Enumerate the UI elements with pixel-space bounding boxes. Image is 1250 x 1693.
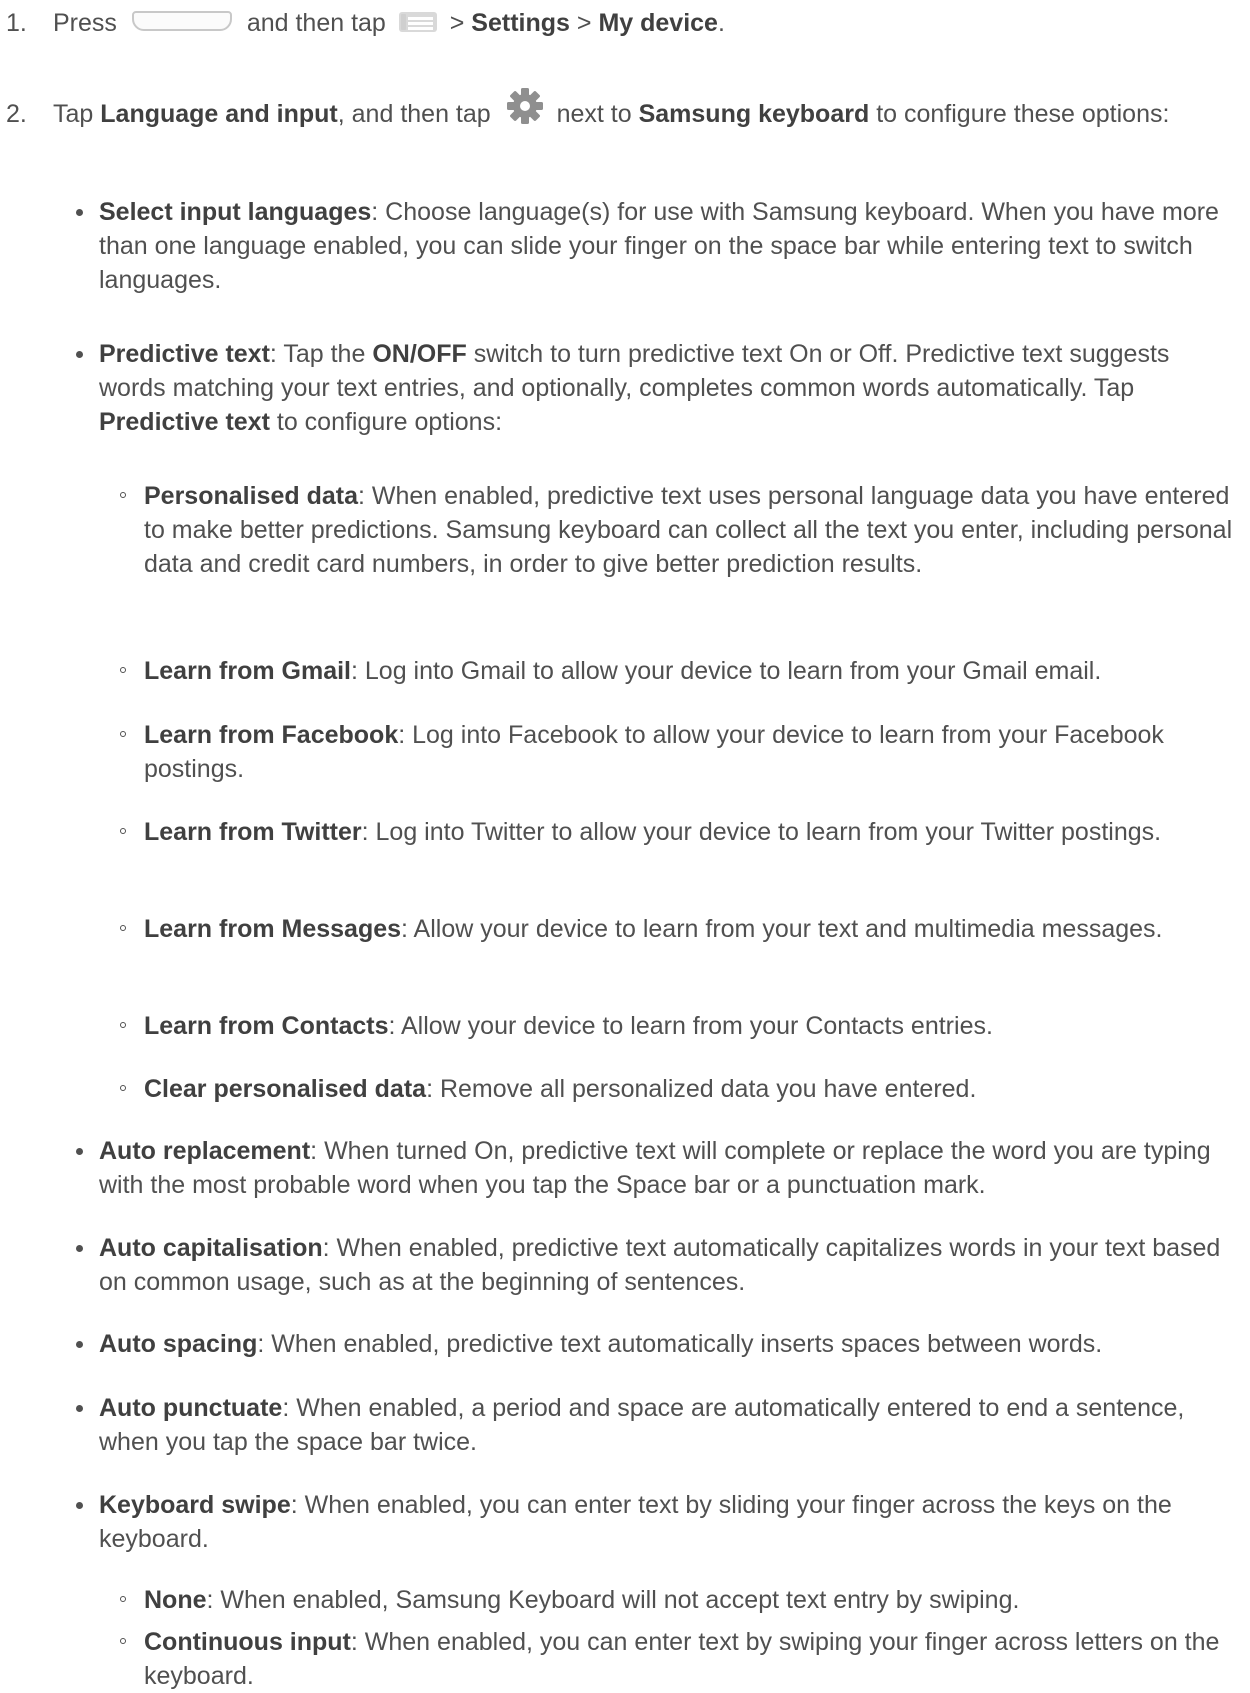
gear-icon — [506, 88, 543, 125]
bullet-icon — [76, 1341, 83, 1348]
circle-bullet-icon — [120, 828, 126, 834]
circle-bullet-icon — [120, 1596, 126, 1602]
step-1: 1. Press and then tap > Settings > My de… — [6, 6, 1240, 40]
sub-list-item: Learn from Contacts: Allow your device t… — [120, 1009, 1242, 1043]
step-2: 2. Tap Language and input, and then tap … — [6, 88, 1240, 131]
sub-list-item: Learn from Facebook: Log into Facebook t… — [120, 718, 1242, 786]
sub-list-item: Continuous input: When enabled, you can … — [120, 1625, 1242, 1693]
bullet-icon — [76, 1245, 83, 1252]
circle-bullet-icon — [120, 925, 126, 931]
step-number: 1. — [6, 9, 27, 37]
bullet-icon — [76, 1502, 83, 1509]
sub-list-item: Learn from Messages: Allow your device t… — [120, 912, 1242, 946]
circle-bullet-icon — [120, 1638, 126, 1644]
circle-bullet-icon — [120, 1085, 126, 1091]
list-item: Auto capitalisation: When enabled, predi… — [76, 1231, 1240, 1299]
list-item: Predictive text: Tap the ON/OFF switch t… — [76, 337, 1240, 439]
list-item: Auto spacing: When enabled, predictive t… — [76, 1327, 1240, 1361]
sub-list-item: Learn from Gmail: Log into Gmail to allo… — [120, 654, 1242, 688]
list-item: Select input languages: Choose language(… — [76, 195, 1240, 297]
list-item: Auto replacement: When turned On, predic… — [76, 1134, 1240, 1202]
circle-bullet-icon — [120, 492, 126, 498]
bullet-icon — [76, 1148, 83, 1155]
sub-list-item: Clear personalised data: Remove all pers… — [120, 1072, 1242, 1106]
step-number: 2. — [6, 100, 27, 128]
circle-bullet-icon — [120, 1022, 126, 1028]
bullet-icon — [76, 1405, 83, 1412]
menu-icon — [398, 12, 437, 33]
list-item: Keyboard swipe: When enabled, you can en… — [76, 1488, 1240, 1556]
bullet-icon — [76, 209, 83, 216]
home-button-icon — [131, 11, 232, 32]
sub-list-item: Personalised data: When enabled, predict… — [120, 479, 1242, 581]
circle-bullet-icon — [120, 731, 126, 737]
list-item: Auto punctuate: When enabled, a period a… — [76, 1391, 1240, 1459]
bullet-icon — [76, 351, 83, 358]
sub-list-item: None: When enabled, Samsung Keyboard wil… — [120, 1583, 1242, 1617]
sub-list-item: Learn from Twitter: Log into Twitter to … — [120, 815, 1242, 849]
circle-bullet-icon — [120, 667, 126, 673]
